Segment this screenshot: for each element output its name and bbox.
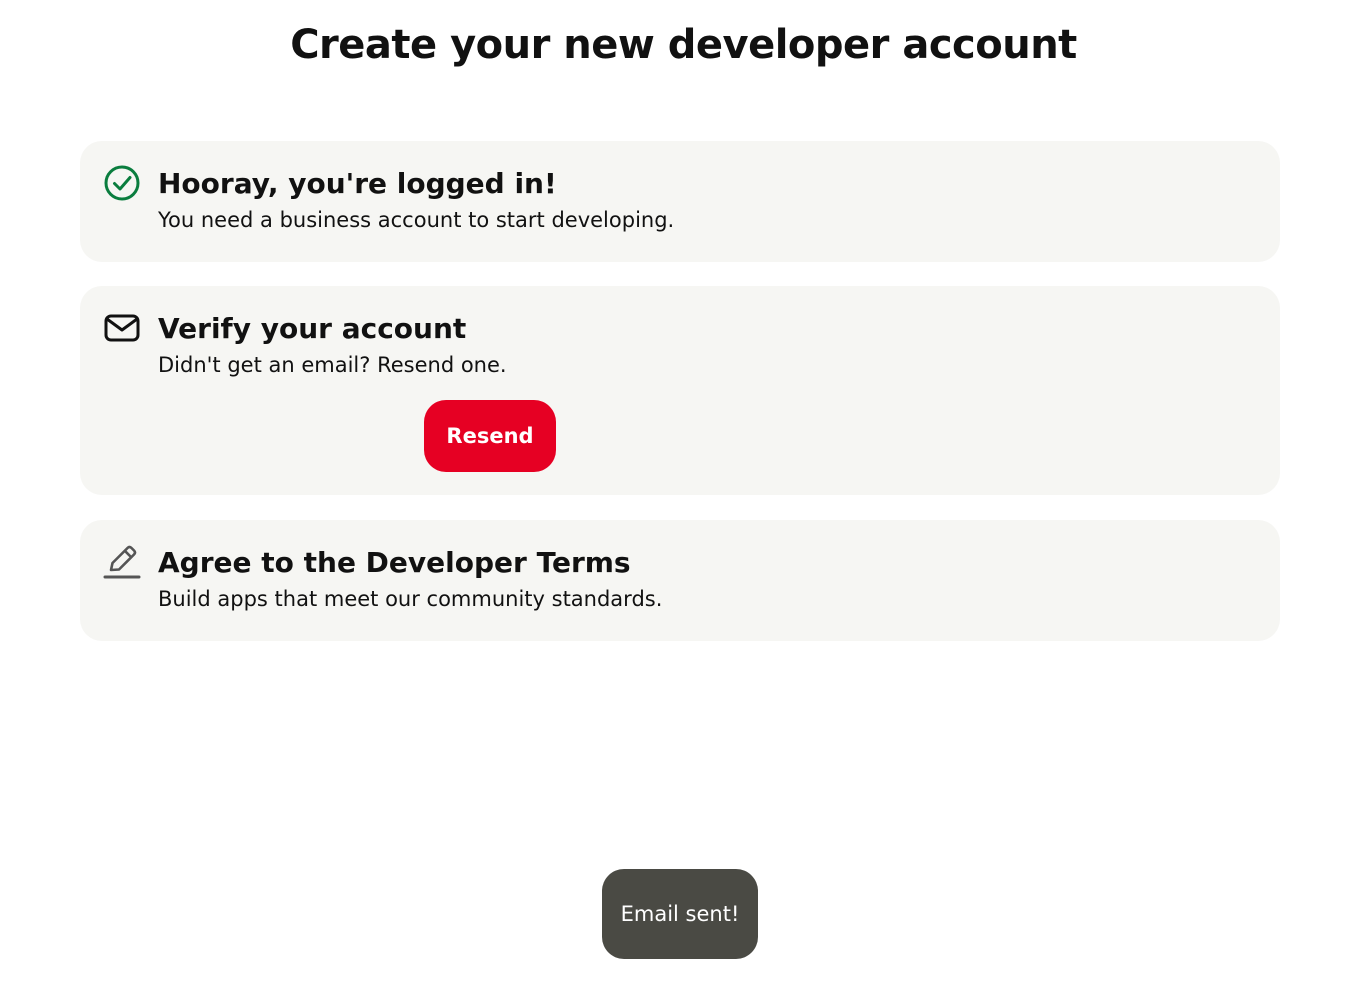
pencil-icon (103, 543, 141, 581)
step-card-logged-in: Hooray, you're logged in! You need a bus… (80, 141, 1280, 262)
step-card-verify: Verify your account Didn't get an email?… (80, 286, 1280, 495)
step-title: Agree to the Developer Terms (158, 546, 631, 579)
step-description: Didn't get an email? Resend one. (158, 353, 507, 377)
page: Create your new developer account Hooray… (0, 0, 1367, 988)
step-description: You need a business account to start dev… (158, 208, 675, 232)
toast-notification: Email sent! (602, 869, 758, 959)
check-circle-icon (103, 164, 141, 202)
step-title: Verify your account (158, 312, 467, 345)
resend-button[interactable]: Resend (424, 400, 556, 472)
page-title: Create your new developer account (290, 22, 1077, 68)
step-title: Hooray, you're logged in! (158, 167, 557, 200)
step-description: Build apps that meet our community stand… (158, 587, 663, 611)
envelope-icon (103, 309, 141, 347)
toast-message: Email sent! (620, 902, 740, 926)
step-card-terms: Agree to the Developer Terms Build apps … (80, 520, 1280, 641)
